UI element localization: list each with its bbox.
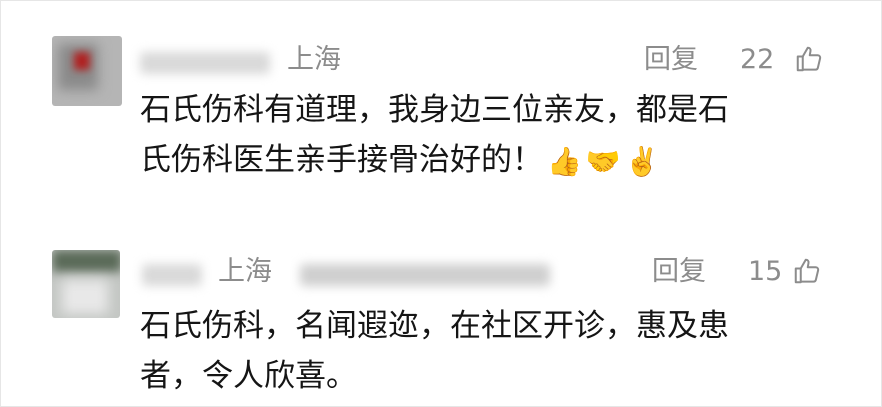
like-count: 22 <box>740 44 775 75</box>
thumb-up-icon[interactable] <box>794 44 824 74</box>
comment-item: 上海 回复 22 石氏伤科有道理，我身边三位亲友，都是石 氏伤科医生亲手接骨治好… <box>0 30 882 200</box>
username-redacted <box>300 264 550 286</box>
comment-text-line: 石氏伤科，名闻遐迩，在社区开诊，惠及患 <box>140 308 729 344</box>
avatar-blur <box>74 52 90 70</box>
avatar-blur <box>62 280 108 314</box>
comment-text: 石氏伤科，名闻遐迩，在社区开诊，惠及患 者，令人欣喜。 <box>140 301 840 401</box>
comment-text: 石氏伤科有道理，我身边三位亲友，都是石 氏伤科医生亲手接骨治好的！ 👍 🤝 ✌️ <box>140 85 840 187</box>
thumb-up-icon[interactable] <box>792 256 822 286</box>
comment-text-segment: 氏伤科医生亲手接骨治好的！ <box>140 142 543 178</box>
handshake-emoji-icon: 🤝 <box>585 144 621 178</box>
username-redacted[interactable] <box>142 264 202 286</box>
victory-hand-emoji-icon: ✌️ <box>624 144 660 178</box>
avatar-blur <box>52 250 120 272</box>
like-count: 15 <box>748 256 783 287</box>
username-redacted[interactable] <box>140 52 270 74</box>
comment-text-line: 者，令人欣喜。 <box>140 358 357 394</box>
comment-text-line: 氏伤科医生亲手接骨治好的！ 👍 🤝 ✌️ <box>140 135 840 187</box>
avatar[interactable] <box>52 250 120 318</box>
location-label: 上海 <box>218 256 272 287</box>
location-label: 上海 <box>287 44 341 75</box>
comment-item: 上海 回复 15 石氏伤科，名闻遐迩，在社区开诊，惠及患 者，令人欣喜。 <box>0 238 882 407</box>
comment-text-line: 石氏伤科有道理，我身边三位亲友，都是石 <box>140 92 729 128</box>
reply-button[interactable]: 回复 <box>644 44 698 76</box>
avatar[interactable] <box>52 36 122 106</box>
thumbs-up-emoji-icon: 👍 <box>547 144 582 178</box>
reply-button[interactable]: 回复 <box>652 256 706 288</box>
